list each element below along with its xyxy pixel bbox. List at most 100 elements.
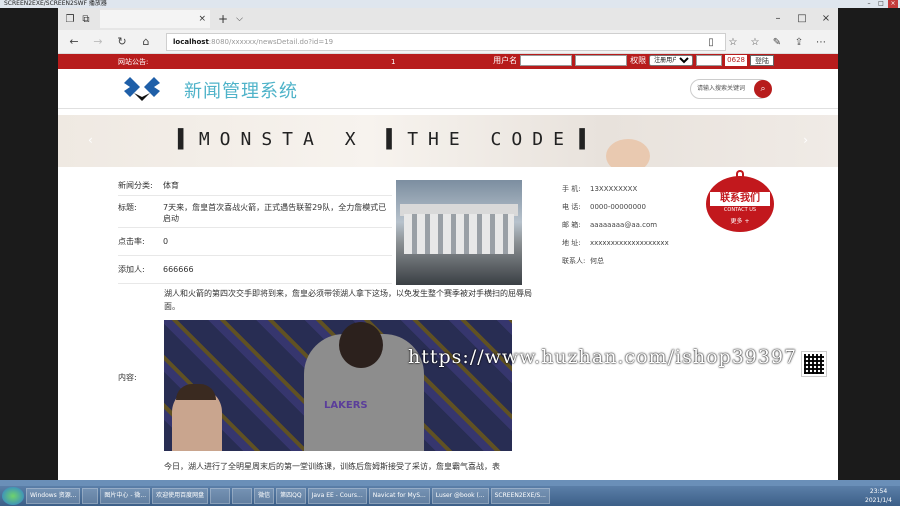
tab-dropdown-icon[interactable]: ⌵ <box>236 14 243 24</box>
password-input[interactable] <box>575 55 628 66</box>
refresh-icon[interactable]: ↻ <box>110 35 134 48</box>
player-controls: – □ × <box>864 0 898 8</box>
title-row: 标题: 7天来，詹皇首次喜战火箭，正式遇告联誓29队，全力詹模式已启动 <box>118 196 392 228</box>
contact-list: 手 机: 13XXXXXXXX 电 话: 0000-00000000 邮 箱: aaa… <box>562 180 702 270</box>
clock-date: 2021/1/4 <box>865 497 892 504</box>
role-select[interactable]: 注册用户 <box>649 55 694 66</box>
contact-key: 联系人: <box>562 257 586 265</box>
badge-title: 联系我们 <box>710 192 770 206</box>
home-icon[interactable]: ⌂ <box>134 35 158 48</box>
added-by-label: 添加人: <box>118 265 145 274</box>
site-logo-icon[interactable] <box>120 73 164 105</box>
player-title: SCREEN2EXE/SCREEN2SWF 播放器 <box>4 0 107 7</box>
contact-key: 手 机: <box>562 185 581 193</box>
reading-view-icon[interactable]: ▯ <box>700 37 722 48</box>
captcha-input[interactable] <box>696 55 723 66</box>
clicks-value: 0 <box>163 237 169 246</box>
browser-tab-bar: ❐ ⧉ × + ⌵ – □ × <box>58 8 838 30</box>
photo-building-columns <box>404 214 514 254</box>
site-header: 新闻管理系统 请输入搜索关键词 ⌕ <box>58 69 838 109</box>
taskbar-item[interactable]: 第四QQ <box>276 488 306 504</box>
browser-tab-active[interactable]: × <box>100 10 210 28</box>
taskbar-item[interactable] <box>82 488 99 504</box>
tab-list-icon[interactable]: ❐ <box>62 14 78 25</box>
badge-subtitle: CONTACT US <box>723 207 757 213</box>
contact-key: 电 话: <box>562 203 581 211</box>
clicks-label: 点击率: <box>118 237 145 246</box>
taskbar-item[interactable] <box>210 488 231 504</box>
login-button[interactable]: 登陆 <box>750 55 774 66</box>
banner-carousel[interactable]: ‹ ▌MONSTA X ▌THE CODE▐ › <box>58 115 838 167</box>
player-maximize-button[interactable]: □ <box>876 0 886 8</box>
contact-us-badge[interactable]: 联系我们 CONTACT US 更多 + <box>706 170 774 232</box>
taskbar-item[interactable]: Luser @book (... <box>431 488 489 504</box>
taskbar-item[interactable]: SCREEN2EXE/S... <box>490 488 550 504</box>
title-label: 标题: <box>118 203 137 212</box>
screen: SCREEN2EXE/SCREEN2SWF 播放器 – □ × ❐ ⧉ × + … <box>0 0 900 506</box>
player-minimize-button[interactable]: – <box>864 0 874 8</box>
contact-item: 联系人: 何总 <box>562 252 702 270</box>
browser-window: ❐ ⧉ × + ⌵ – □ × ← → ↻ ⌂ ⓘ localhost :808… <box>58 8 838 480</box>
banner-text: ▌MONSTA X ▌THE CODE▐ <box>178 129 595 150</box>
taskbar-item[interactable]: Windows 资源... <box>26 488 81 504</box>
top-red-bar: 网站公告: 1 用户名 权限 注册用户 0628 登陆 <box>58 54 838 69</box>
photo-player-head <box>339 322 383 368</box>
tab-close-icon[interactable]: × <box>198 14 206 24</box>
tab-aside-icon[interactable]: ⧉ <box>78 14 94 25</box>
contact-value: 何总 <box>590 257 604 265</box>
clicks-row: 点击率: 0 <box>118 228 392 256</box>
content-label: 内容: <box>118 373 137 382</box>
favorite-star-icon[interactable]: ☆ <box>722 37 744 48</box>
captcha-code[interactable]: 0628 <box>725 55 747 66</box>
added-by-row: 添加人: 666666 <box>118 256 392 284</box>
taskbar-item[interactable]: 图片中心 - 微... <box>100 488 151 504</box>
address-bar[interactable]: ⓘ localhost :8080/xxxxxx/newsDetail.do?i… <box>118 32 726 162</box>
carousel-next-icon[interactable]: › <box>803 133 808 147</box>
address-host: localhost <box>173 37 209 46</box>
search-icon[interactable]: ⌕ <box>754 80 772 98</box>
article-photo-building <box>396 180 522 285</box>
windows-taskbar: Windows 资源... 图片中心 - 微... 欢迎使用百度网盘 微信 第四… <box>0 486 900 506</box>
back-icon[interactable]: ← <box>62 35 86 48</box>
contact-value: 13XXXXXXXX <box>590 185 638 193</box>
more-icon[interactable]: ⋯ <box>810 37 832 48</box>
username-input[interactable] <box>520 55 573 66</box>
player-close-button[interactable]: × <box>888 0 898 8</box>
category-label: 新闻分类: <box>118 181 153 190</box>
qr-code-icon[interactable] <box>801 351 827 377</box>
window-controls: – □ × <box>766 8 838 30</box>
carousel-prev-icon[interactable]: ‹ <box>88 133 93 147</box>
taskbar-item[interactable]: Navicat for MyS... <box>368 488 430 504</box>
window-maximize-button[interactable]: □ <box>790 8 814 30</box>
favorites-hub-icon[interactable]: ☆ <box>744 37 766 48</box>
role-label: 权限 <box>630 56 647 65</box>
category-row: 新闻分类: 体育 <box>118 176 392 196</box>
window-close-button[interactable]: × <box>814 8 838 30</box>
web-page: 网站公告: 1 用户名 权限 注册用户 0628 登陆 新闻管理系统 请输入搜索… <box>58 54 838 480</box>
forward-icon[interactable]: → <box>86 35 110 48</box>
category-value: 体育 <box>163 181 179 190</box>
contact-item: 电 话: 0000-00000000 <box>562 198 702 216</box>
notice-text: 1 <box>391 57 396 66</box>
taskbar-item[interactable]: 欢迎使用百度网盘 <box>152 488 209 504</box>
site-title: 新闻管理系统 <box>184 81 298 102</box>
title-value: 7天来，詹皇首次喜战火箭，正式遇告联誓29队，全力詹模式已启动 <box>163 203 387 223</box>
start-button[interactable] <box>2 487 24 505</box>
share-icon[interactable]: ⇪ <box>788 37 810 48</box>
new-tab-button[interactable]: + <box>218 12 228 26</box>
photo-jersey-text: LAKERS <box>324 400 368 411</box>
badge-more-link[interactable]: 更多 + <box>706 216 774 225</box>
window-minimize-button[interactable]: – <box>766 8 790 30</box>
player-title-bar: SCREEN2EXE/SCREEN2SWF 播放器 – □ × <box>0 0 900 8</box>
content-bottom: 今日，湖人进行了全明星周末后的第一堂训练课，训练后詹姆斯接受了采访，詹皇霸气喜战… <box>164 462 500 471</box>
notice-label: 网站公告: <box>118 57 149 66</box>
taskbar-item[interactable]: Java EE - Cours... <box>307 488 367 504</box>
login-form: 用户名 权限 注册用户 0628 登陆 <box>493 55 774 66</box>
taskbar-item[interactable] <box>232 488 253 504</box>
clock-time: 23:54 <box>869 488 888 495</box>
toolbar-right: ▯ ☆ ☆ ✎ ⇪ ⋯ <box>700 30 832 54</box>
taskbar-clock[interactable]: 23:54 2021/1/4 <box>865 486 892 506</box>
taskbar-item[interactable]: 微信 <box>254 488 275 504</box>
contact-item: 邮 箱: aaaaaaaa@aa.com <box>562 216 702 234</box>
web-note-icon[interactable]: ✎ <box>766 37 788 48</box>
